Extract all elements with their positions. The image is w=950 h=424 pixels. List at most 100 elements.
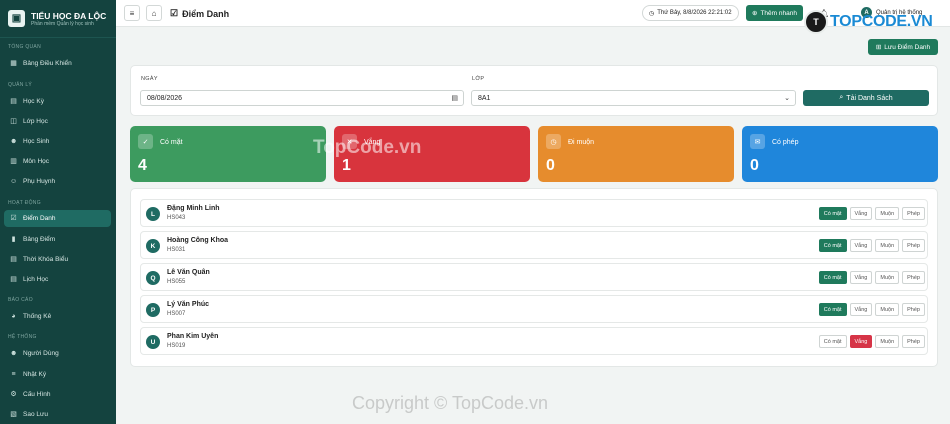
status-absent-button[interactable]: Vắng (849, 303, 873, 316)
status-excused-button[interactable]: Phép (902, 303, 925, 316)
list-item: Q Lê Văn Quân HS055 Có mặt Vắng Muộn Phé… (140, 263, 928, 291)
sidebar-item-dashboard[interactable]: ▦ Bảng Điều Khiển (4, 55, 111, 72)
quick-add-label: Thêm nhanh (760, 9, 797, 17)
sidebar-item-label: Bảng Điều Khiển (23, 60, 72, 67)
sidebar-item-semester[interactable]: ▤ Học Kỳ (4, 93, 111, 110)
class-icon: ◫ (10, 118, 17, 125)
date-value: 08/08/2026 (147, 94, 183, 102)
status-excused-button[interactable]: Phép (902, 207, 925, 220)
sidebar-item-timetable[interactable]: ▤ Thời Khóa Biểu (4, 251, 111, 268)
status-late-button[interactable]: Muộn (875, 303, 900, 316)
stat-label: Có phép (772, 139, 799, 146)
gear-icon: ⚙ (10, 391, 17, 398)
save-attendance-label: Lưu Điểm Danh (884, 43, 931, 51)
status-excused-button[interactable]: Phép (902, 335, 925, 348)
pie-icon: ◕ (11, 313, 16, 320)
sidebar-item-label: Điểm Danh (23, 215, 56, 222)
page-title: ☑ Điểm Danh (170, 8, 229, 19)
status-absent-button[interactable]: Vắng (849, 239, 873, 252)
status-absent-button[interactable]: Vắng (849, 335, 873, 348)
log-icon: ≡ (11, 371, 16, 378)
menu-icon: ≡ (129, 8, 135, 18)
stat-value: 1 (342, 157, 351, 174)
calendar-picker-icon[interactable]: ▤ (451, 94, 458, 102)
topcode-logo-text: TOPCODE.VN (830, 13, 933, 30)
load-list-button[interactable]: ⌕ Tải Danh Sách (803, 90, 929, 106)
class-label: LỚP (472, 76, 485, 82)
avatar: K (146, 239, 160, 253)
sidebar-item-grades[interactable]: ▮ Bảng Điểm (4, 231, 111, 248)
status-present-button[interactable]: Có mặt (818, 303, 847, 316)
student-name: Đặng Minh Linh (167, 205, 220, 212)
copyright-watermark: Copyright © TopCode.vn (352, 393, 549, 413)
avatar: L (146, 207, 160, 221)
sidebar-item-label: Thống Kê (23, 313, 52, 320)
sidebar-item-label: Học Sinh (23, 138, 50, 145)
menu-toggle-button[interactable]: ≡ (124, 5, 140, 21)
chevron-down-icon: ⌄ (784, 95, 790, 102)
sidebar-item-attendance[interactable]: ☑ Điểm Danh (4, 210, 111, 227)
student-name: Lê Văn Quân (167, 269, 210, 276)
check-circle-icon: ✓ (138, 134, 153, 149)
student-id: HS019 (167, 343, 186, 349)
datetime-display: ◷ Thứ Bảy, 8/8/2026 22:21:02 (642, 5, 739, 21)
status-late-button[interactable]: Muộn (875, 207, 900, 220)
sidebar-item-label: Lớp Học (23, 118, 48, 125)
sidebar-item-label: Phụ Huynh (23, 178, 56, 185)
status-present-button[interactable]: Có mặt (818, 335, 847, 348)
student-id: HS031 (167, 247, 186, 253)
book-icon: ▥ (10, 158, 17, 165)
status-late-button[interactable]: Muộn (875, 335, 900, 348)
sidebar-item-subjects[interactable]: ▥ Môn Học (4, 153, 111, 170)
save-attendance-button[interactable]: ⊞ Lưu Điểm Danh (868, 39, 938, 55)
sidebar-item-students[interactable]: ☻ Học Sinh (4, 133, 111, 150)
topcode-watermark-logo: T TOPCODE.VN (804, 10, 933, 34)
status-present-button[interactable]: Có mặt (818, 271, 847, 284)
avatar: Q (146, 271, 160, 285)
datetime-text: Thứ Bảy, 8/8/2026 22:21:02 (657, 10, 732, 16)
home-button[interactable]: ⌂ (146, 5, 162, 21)
envelope-icon: ✉ (750, 134, 765, 149)
date-label: NGÀY (141, 76, 158, 82)
sidebar: ▣ TIỂU HỌC ĐA LỘC Phần mềm Quản lý học s… (0, 0, 116, 424)
timetable-icon: ▤ (10, 256, 17, 263)
sidebar-item-label: Môn Học (23, 158, 50, 165)
stat-card-excused: ✉ Có phép 0 (742, 126, 938, 182)
sidebar-item-parents[interactable]: ☺ Phụ Huynh (4, 173, 111, 190)
status-present-button[interactable]: Có mặt (818, 239, 847, 252)
status-late-button[interactable]: Muộn (875, 271, 900, 284)
list-item: P Lý Văn Phúc HS007 Có mặt Vắng Muộn Phé… (140, 295, 928, 323)
load-list-label: Tải Danh Sách (846, 94, 893, 102)
sidebar-item-schedule[interactable]: ▤ Lịch Học (4, 271, 111, 288)
status-excused-button[interactable]: Phép (902, 271, 925, 284)
sidebar-item-users[interactable]: ☻ Người Dùng (4, 345, 111, 362)
sidebar-item-label: Lịch Học (23, 276, 49, 283)
schedule-icon: ▤ (10, 276, 17, 283)
class-select[interactable]: 8A1 ⌄ (471, 90, 796, 106)
grid-icon: ▦ (10, 60, 17, 67)
sidebar-item-label: Học Kỳ (23, 98, 44, 105)
brand: ▣ TIỂU HỌC ĐA LỘC Phần mềm Quản lý học s… (0, 0, 116, 38)
class-value: 8A1 (478, 94, 491, 102)
status-absent-button[interactable]: Vắng (849, 271, 873, 284)
clock-icon: ◷ (649, 10, 655, 17)
sidebar-item-classes[interactable]: ◫ Lớp Học (4, 113, 111, 130)
sidebar-item-label: Nhật Ký (23, 371, 47, 378)
sidebar-item-log[interactable]: ≡ Nhật Ký (4, 366, 111, 383)
status-late-button[interactable]: Muộn (875, 239, 900, 252)
date-field[interactable]: 08/08/2026 ▤ (140, 90, 464, 106)
sidebar-item-config[interactable]: ⚙ Cấu Hình (4, 386, 111, 403)
quick-add-button[interactable]: ⊕ Thêm nhanh (746, 5, 803, 21)
brand-subtitle: Phần mềm Quản lý học sinh (31, 20, 94, 27)
users-icon: ☻ (10, 350, 18, 357)
check-square-icon: ☑ (10, 215, 17, 222)
status-absent-button[interactable]: Vắng (849, 207, 873, 220)
chart-icon: ▮ (11, 236, 16, 243)
sidebar-item-backup[interactable]: ▧ Sao Lưu (4, 406, 111, 423)
status-present-button[interactable]: Có mặt (818, 207, 847, 220)
check-square-icon: ☑ (170, 8, 179, 18)
save-icon: ⊞ (875, 44, 882, 51)
status-excused-button[interactable]: Phép (902, 239, 925, 252)
sidebar-item-statistics[interactable]: ◕ Thống Kê (4, 308, 111, 325)
student-id: HS043 (167, 215, 186, 221)
